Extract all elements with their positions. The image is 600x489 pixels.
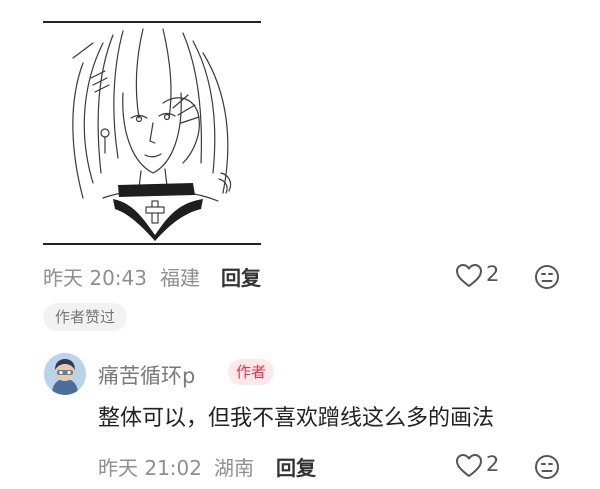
author-badge: 作者	[228, 359, 275, 385]
reply-username[interactable]: 痛苦循环p	[98, 360, 195, 390]
line-art-illustration	[72, 28, 232, 241]
reply-time: 昨天 21:02	[98, 456, 202, 480]
reply-button[interactable]: 回复	[221, 262, 261, 291]
reply-text: 整体可以，但我不喜欢蹭线这么多的画法	[98, 406, 495, 431]
reply-like-count: 2	[486, 452, 500, 476]
unhappy-face-icon[interactable]	[534, 264, 560, 290]
author-liked-tag: 作者赞过	[43, 303, 128, 331]
heart-outline-icon[interactable]	[455, 453, 483, 479]
like-count: 2	[486, 262, 500, 286]
reply-location: 湖南	[214, 456, 254, 480]
comment-time: 昨天 20:43	[43, 266, 147, 290]
comment-location: 福建	[160, 266, 200, 290]
unhappy-face-icon[interactable]	[534, 454, 560, 480]
comment-image[interactable]	[43, 21, 261, 245]
heart-outline-icon[interactable]	[455, 263, 483, 289]
reply-reply-button[interactable]: 回复	[276, 452, 316, 481]
avatar[interactable]	[44, 353, 86, 395]
